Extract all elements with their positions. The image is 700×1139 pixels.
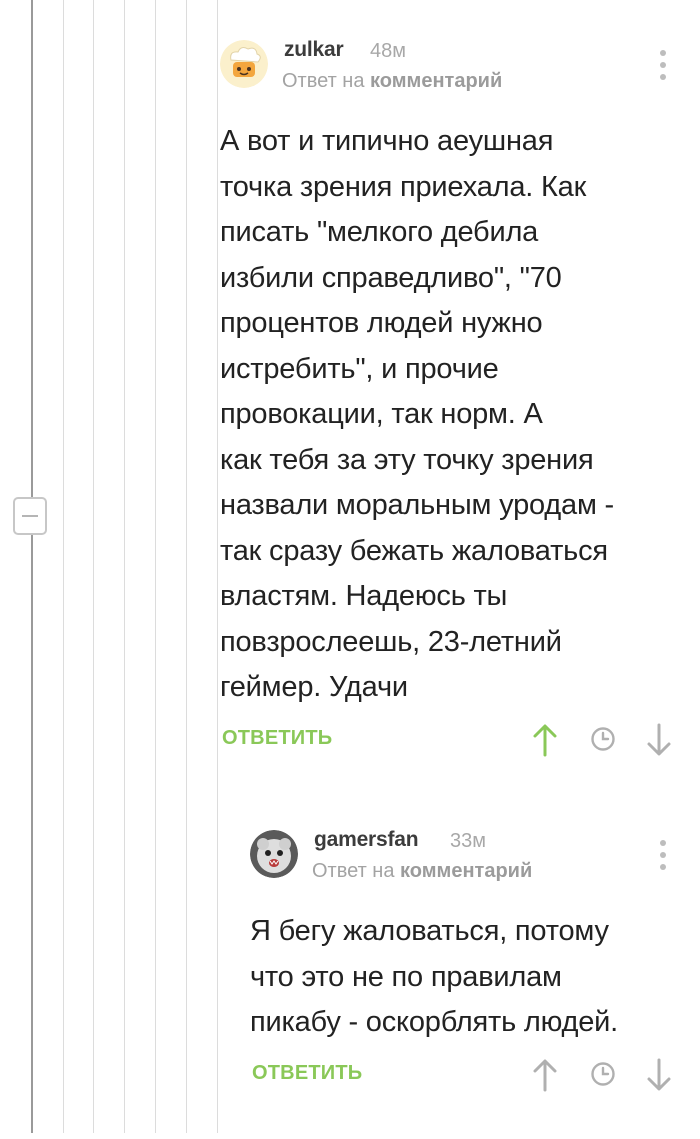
collapse-thread-button[interactable] xyxy=(13,497,47,535)
thread-line xyxy=(155,0,156,1133)
reply-to: Ответ на комментарий xyxy=(282,70,502,93)
thread-line xyxy=(93,0,94,1133)
arrow-down-icon[interactable] xyxy=(646,1058,672,1092)
comment-header: gamersfan 33м Ответ на комментарий xyxy=(250,826,680,886)
comment-time: 48м xyxy=(370,40,406,62)
minus-icon xyxy=(22,515,38,517)
thread-line xyxy=(186,0,187,1133)
comment-actions: ОТВЕТИТЬ xyxy=(250,1058,680,1102)
reply-to-link[interactable]: комментарий xyxy=(400,860,532,882)
comment-text: А вот и типично аеушная точка зрения при… xyxy=(220,125,615,703)
comment-time: 33м xyxy=(450,830,486,852)
reply-to-link[interactable]: комментарий xyxy=(370,70,502,92)
thread-line xyxy=(31,0,33,1133)
username[interactable]: zulkar xyxy=(284,38,344,62)
comment: zulkar 48м Ответ на комментарий А вот и … xyxy=(220,36,680,767)
more-vertical-icon[interactable] xyxy=(660,840,666,870)
arrow-down-icon[interactable] xyxy=(646,723,672,757)
reply-to-prefix: Ответ на xyxy=(282,70,365,92)
comment-text: Я бегу жаловаться, потому что это не по … xyxy=(250,915,619,1038)
arrow-up-icon[interactable] xyxy=(532,723,558,757)
comment: gamersfan 33м Ответ на комментарий Я бег… xyxy=(250,826,680,1102)
comment-actions: ОТВЕТИТЬ xyxy=(220,723,680,767)
avatar[interactable] xyxy=(220,40,268,88)
clock-icon[interactable] xyxy=(590,726,616,752)
comment-header: zulkar 48м Ответ на комментарий xyxy=(220,36,680,96)
username[interactable]: gamersfan xyxy=(314,828,419,852)
reply-to: Ответ на комментарий xyxy=(312,860,532,883)
thread-line xyxy=(124,0,125,1133)
reply-button[interactable]: ОТВЕТИТЬ xyxy=(222,727,332,750)
thread-line xyxy=(63,0,64,1133)
reply-button[interactable]: ОТВЕТИТЬ xyxy=(252,1062,362,1085)
reply-to-prefix: Ответ на xyxy=(312,860,395,882)
thread-line xyxy=(217,0,218,1133)
clock-icon[interactable] xyxy=(590,1061,616,1087)
avatar[interactable] xyxy=(250,830,298,878)
arrow-up-icon[interactable] xyxy=(532,1058,558,1092)
more-vertical-icon[interactable] xyxy=(660,50,666,80)
